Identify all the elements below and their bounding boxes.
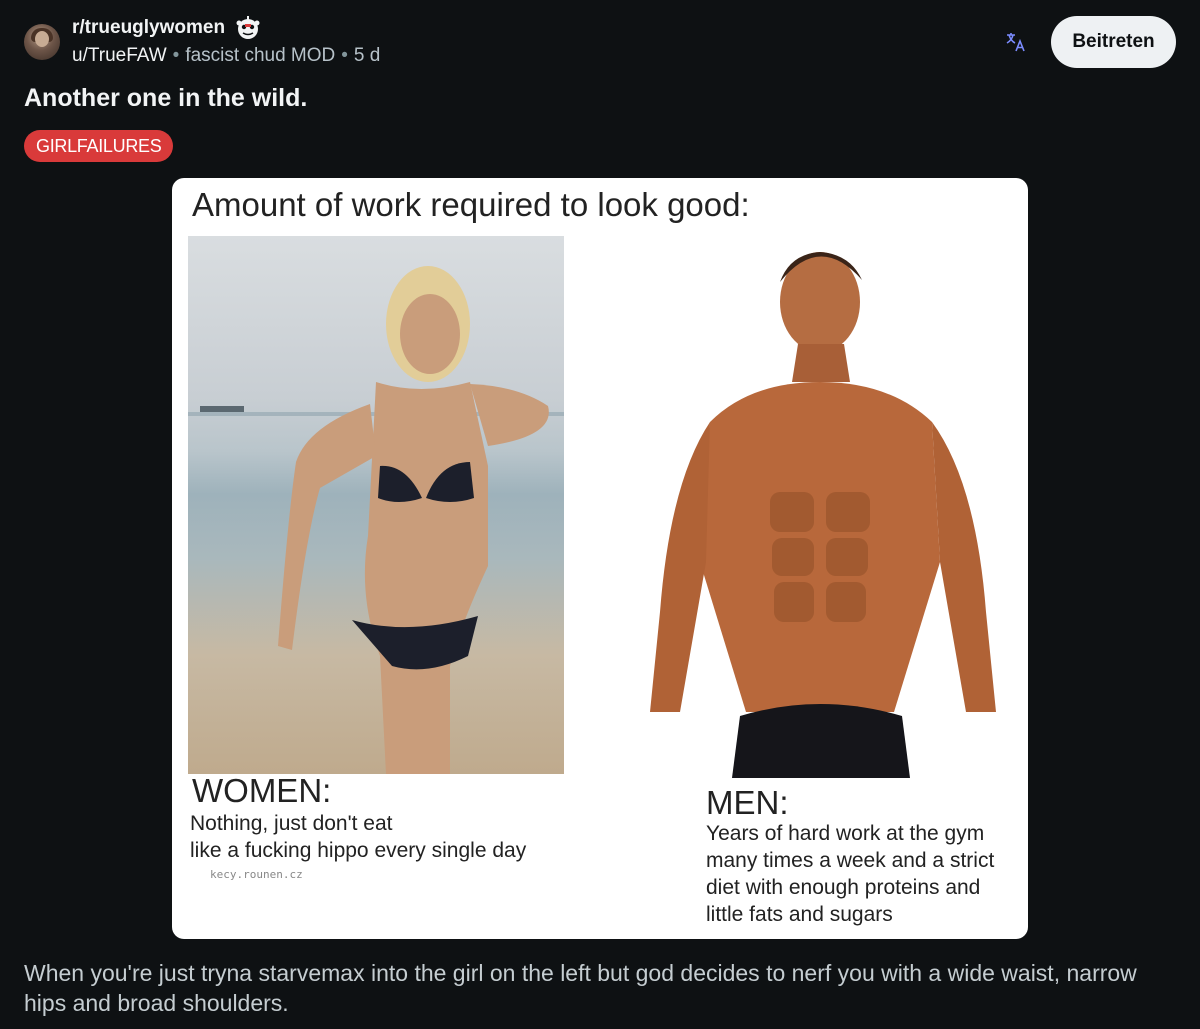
men-text-line-3: diet with enough proteins and — [706, 876, 981, 899]
author-name[interactable]: u/TrueFAW — [72, 45, 167, 67]
men-text-line-4: little fats and sugars — [706, 903, 893, 926]
women-text-line-1: Nothing, just don't eat — [190, 812, 393, 835]
subreddit-name[interactable]: r/trueuglywomen — [72, 17, 225, 39]
women-heading: WOMEN: — [192, 772, 332, 809]
men-photo — [640, 232, 1008, 778]
post-title[interactable]: Another one in the wild. — [24, 84, 307, 113]
post-age: 5 d — [353, 45, 381, 66]
men-text-line-1: Years of hard work at the gym — [706, 822, 985, 845]
avatar-face — [35, 31, 49, 47]
post-meta: r/trueuglywomen u/TrueFAW • fascist chud… — [72, 16, 380, 67]
post-image[interactable]: Amount of work required to look good: WO… — [172, 178, 1028, 939]
women-photo — [188, 236, 564, 774]
separator-dot: • — [172, 45, 180, 66]
subreddit-row: r/trueuglywomen — [72, 16, 380, 40]
men-text-line-2: many times a week and a strict — [706, 849, 995, 872]
translate-icon[interactable] — [1004, 30, 1028, 54]
author-row: u/TrueFAW • fascist chud MOD • 5 d — [72, 45, 380, 67]
men-heading: MEN: — [706, 784, 789, 821]
mod-shield-icon — [235, 15, 261, 41]
join-button[interactable]: Beitreten — [1051, 16, 1176, 68]
author-flair: fascist chud MOD — [185, 45, 336, 66]
watermark: kecy.rounen.cz — [210, 868, 303, 881]
post-flair-badge[interactable]: GIRLFAILURES — [24, 130, 174, 162]
subreddit-avatar[interactable] — [24, 24, 60, 60]
meme-title: Amount of work required to look good: — [192, 186, 750, 223]
women-text-line-2: like a fucking hippo every single day — [190, 839, 527, 862]
separator-dot: • — [341, 45, 348, 66]
post-body: When you're just tryna starvemax into th… — [24, 960, 1137, 1016]
